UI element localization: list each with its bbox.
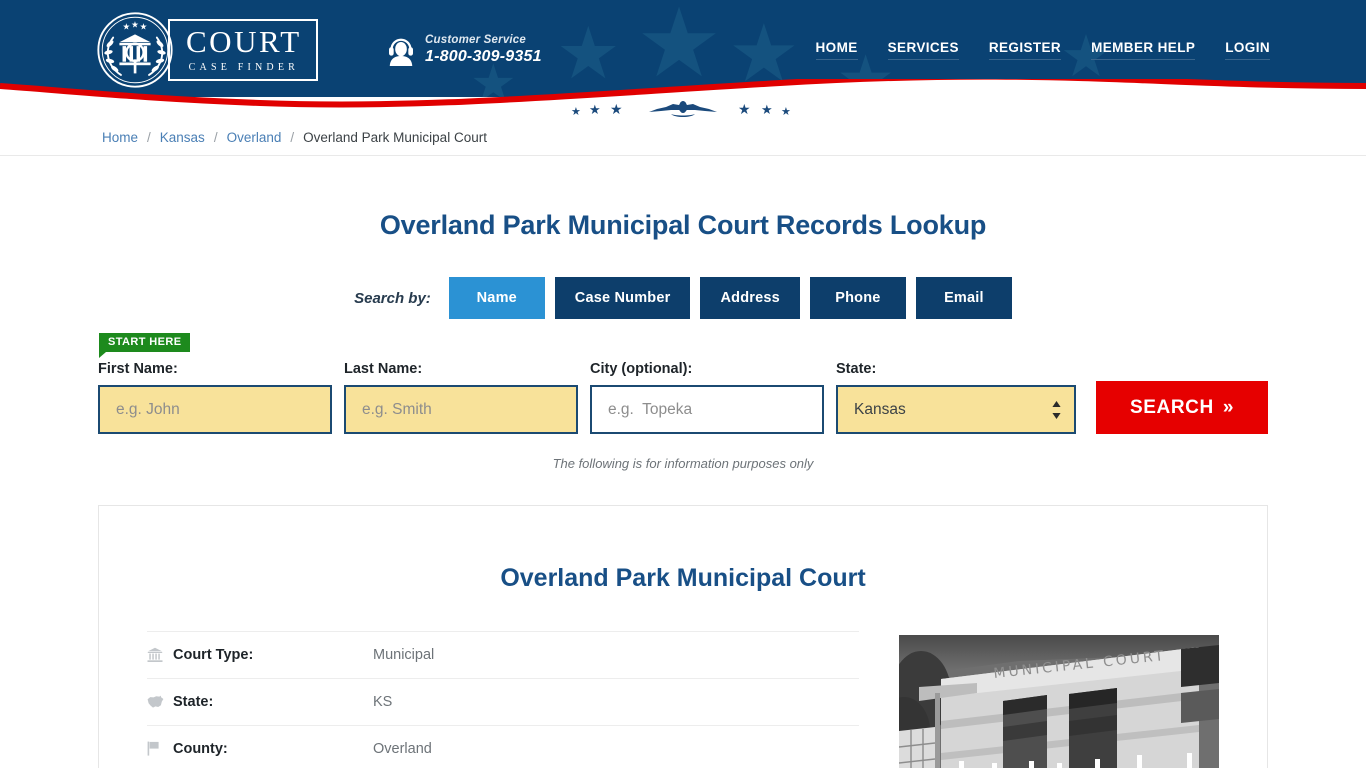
last-name-input[interactable] — [344, 385, 578, 434]
breadcrumb-item-home[interactable]: Home — [102, 130, 138, 145]
breadcrumb-separator: / — [213, 129, 218, 145]
tab-email[interactable]: Email — [915, 277, 1012, 319]
information-note: The following is for information purpose… — [552, 456, 814, 471]
chevron-double-right-icon: » — [1222, 396, 1234, 418]
first-name-field-group: First Name: — [98, 361, 332, 434]
detail-key-court-type: Court Type: — [173, 647, 254, 663]
municipal-court-building-photo: MUNICIPAL COURT — [899, 635, 1219, 768]
nav-item-register[interactable]: REGISTER — [988, 40, 1062, 60]
breadcrumb-bar: Home / Kansas / Overland / Overland Park… — [0, 119, 1366, 156]
detail-value-court-type: Municipal — [373, 647, 435, 663]
wave-graphic — [0, 79, 1366, 119]
breadcrumb: Home / Kansas / Overland / Overland Park… — [102, 130, 487, 145]
logo-wordmark: COURT CASE FINDER — [168, 19, 318, 81]
last-name-label: Last Name: — [344, 361, 423, 377]
search-by-label: Search by: — [354, 289, 431, 307]
tab-name[interactable]: Name — [448, 277, 545, 319]
first-name-input[interactable] — [98, 385, 332, 434]
detail-value-state: KS — [373, 694, 393, 710]
customer-service-phone[interactable]: 1-800-309-9351 — [425, 47, 542, 66]
customer-service-label: Customer Service — [425, 34, 526, 46]
court-building-image: MUNICIPAL COURT — [899, 635, 1219, 768]
nav-item-member-help[interactable]: MEMBER HELP — [1091, 40, 1196, 60]
last-name-field-group: Last Name: — [344, 361, 578, 434]
tab-phone[interactable]: Phone — [809, 277, 906, 319]
court-detail-card: Overland Park Municipal Court Court Type… — [98, 505, 1268, 768]
svg-text:★: ★ — [131, 20, 139, 30]
main-navigation: HOME SERVICES REGISTER MEMBER HELP LOGIN — [815, 40, 1270, 60]
svg-text:★: ★ — [123, 23, 131, 33]
svg-text:★: ★ — [140, 23, 148, 33]
search-by-tabs: Search by: Name Case Number Address Phon… — [0, 277, 1366, 319]
search-fields-row: First Name: Last Name: City (optional): … — [98, 333, 1268, 434]
search-form: START HERE First Name: Last Name: City (… — [98, 333, 1268, 434]
search-button[interactable]: SEARCH » — [1096, 381, 1268, 434]
city-label: City (optional): — [590, 361, 693, 377]
table-row: State: KS — [147, 678, 859, 725]
flag-icon — [147, 741, 173, 756]
tab-case-number[interactable]: Case Number — [554, 277, 691, 319]
bank-building-icon — [147, 647, 173, 663]
table-row: Court Type: Municipal — [147, 631, 859, 678]
detail-key-state: State: — [173, 694, 214, 710]
nav-item-home[interactable]: HOME — [815, 40, 858, 60]
court-detail-table: Court Type: Municipal State: KS County: … — [147, 631, 1219, 768]
tab-address[interactable]: Address — [700, 277, 800, 319]
city-field-group: City (optional): — [590, 361, 824, 434]
nav-item-login[interactable]: LOGIN — [1225, 40, 1270, 60]
state-field-group: State: Kansas — [836, 361, 1076, 434]
state-select[interactable]: Kansas — [836, 385, 1076, 434]
logo-subtitle: CASE FINDER — [188, 62, 300, 73]
breadcrumb-item-kansas[interactable]: Kansas — [160, 130, 205, 145]
detail-key-county: County: — [173, 740, 228, 757]
site-logo[interactable]: ★ ★ ★ COURT CASE FINDER — [96, 10, 318, 90]
headset-support-icon — [389, 38, 413, 66]
breadcrumb-separator: / — [290, 129, 295, 145]
header-wave-decoration: ★ ★ ★ ★ ★ ★ — [0, 79, 1366, 119]
breadcrumb-separator: / — [147, 129, 151, 145]
court-seal-icon: ★ ★ ★ — [97, 12, 173, 88]
state-label: State: — [836, 361, 877, 377]
page-title: Overland Park Municipal Court Records Lo… — [379, 210, 987, 240]
nav-item-services[interactable]: SERVICES — [887, 40, 959, 60]
court-name-heading: Overland Park Municipal Court — [500, 564, 866, 592]
customer-service-block: Customer Service 1-800-309-9351 — [386, 33, 542, 67]
table-row: County: Overland — [147, 725, 859, 768]
us-map-icon — [147, 695, 173, 709]
city-input[interactable] — [590, 385, 824, 434]
search-button-label: SEARCH — [1129, 396, 1214, 418]
detail-value-county: Overland — [373, 740, 432, 757]
logo-title: COURT — [186, 24, 302, 59]
breadcrumb-item-overland[interactable]: Overland — [227, 130, 282, 145]
first-name-label: First Name: — [98, 361, 178, 377]
start-here-badge: START HERE — [99, 333, 191, 358]
breadcrumb-item-current: Overland Park Municipal Court — [303, 129, 487, 145]
court-detail-rows: Court Type: Municipal State: KS County: … — [147, 631, 859, 768]
